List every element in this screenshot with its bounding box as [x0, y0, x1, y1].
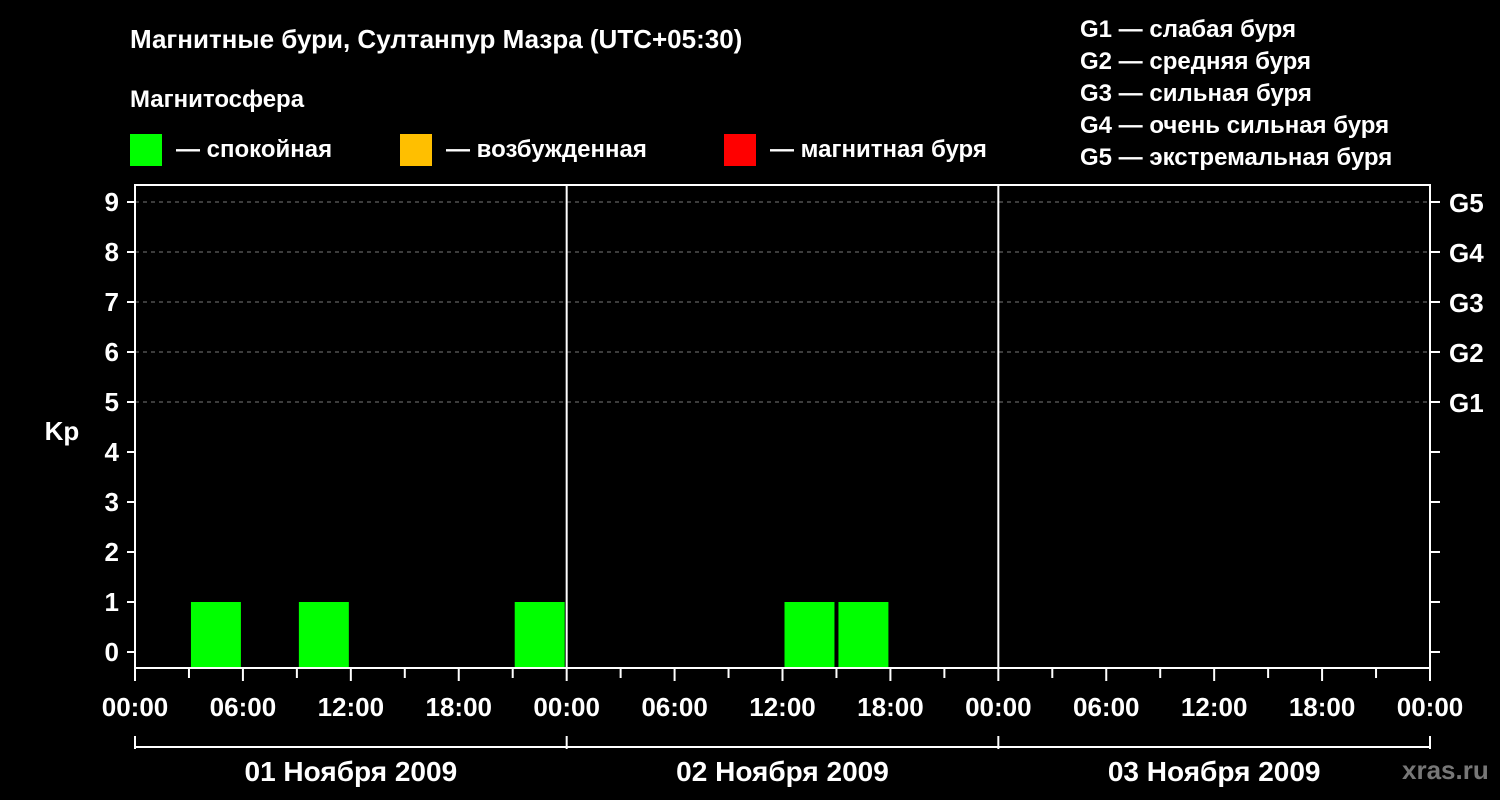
bar-layer	[190, 602, 889, 668]
x-tick-label: 12:00	[318, 692, 385, 722]
y-tick-label: 4	[105, 437, 120, 467]
day-label: 01 Ноября 2009	[245, 756, 458, 787]
kp-bar	[784, 602, 835, 668]
day-label: 02 Ноября 2009	[676, 756, 889, 787]
kp-bar	[298, 602, 349, 668]
day-label: 03 Ноября 2009	[1108, 756, 1321, 787]
kp-bar	[514, 602, 565, 668]
y-tick-label: 8	[105, 237, 119, 267]
x-tick-label: 18:00	[857, 692, 924, 722]
y-tick-label: 7	[105, 287, 119, 317]
y-tick-label: 1	[105, 587, 119, 617]
g-level-label-g5: G5	[1449, 188, 1484, 218]
y-tick-label: 6	[105, 337, 119, 367]
x-tick-label: 18:00	[1289, 692, 1356, 722]
kp-bar	[190, 602, 241, 668]
y-axis-label: Kp	[45, 416, 80, 446]
watermark: xras.ru	[1402, 755, 1489, 785]
g-level-label-g1: G1	[1449, 388, 1484, 418]
y-tick-label: 5	[105, 387, 119, 417]
plot-frame	[134, 184, 1431, 669]
x-tick-label: 06:00	[641, 692, 708, 722]
y-tick-label: 2	[105, 537, 119, 567]
x-tick-label: 12:00	[1181, 692, 1248, 722]
x-tick-label: 06:00	[210, 692, 277, 722]
axis-layer: 0 1 2 3 4 5 6 7 8 9 G1 G2 G3 G4 G5 00:00 06:00 12:00 18:00…	[102, 184, 1484, 787]
g-level-label-g2: G2	[1449, 338, 1484, 368]
y-tick-label: 3	[105, 487, 119, 517]
g-level-label-g3: G3	[1449, 288, 1484, 318]
x-tick-label: 00:00	[1397, 692, 1464, 722]
kp-chart: 0 1 2 3 4 5 6 7 8 9 G1 G2 G3 G4 G5 00:00 06:00 12:00 18:00…	[45, 184, 1484, 787]
x-tick-label: 00:00	[533, 692, 600, 722]
x-tick-label: 12:00	[749, 692, 816, 722]
kp-bar	[838, 602, 889, 668]
x-tick-label: 18:00	[426, 692, 493, 722]
y-tick-label: 9	[105, 187, 119, 217]
x-tick-label: 00:00	[102, 692, 169, 722]
x-tick-label: 00:00	[965, 692, 1032, 722]
y-tick-label: 0	[105, 637, 119, 667]
grid-layer	[135, 201, 1430, 403]
g-level-label-g4: G4	[1449, 238, 1484, 268]
x-tick-label: 06:00	[1073, 692, 1140, 722]
